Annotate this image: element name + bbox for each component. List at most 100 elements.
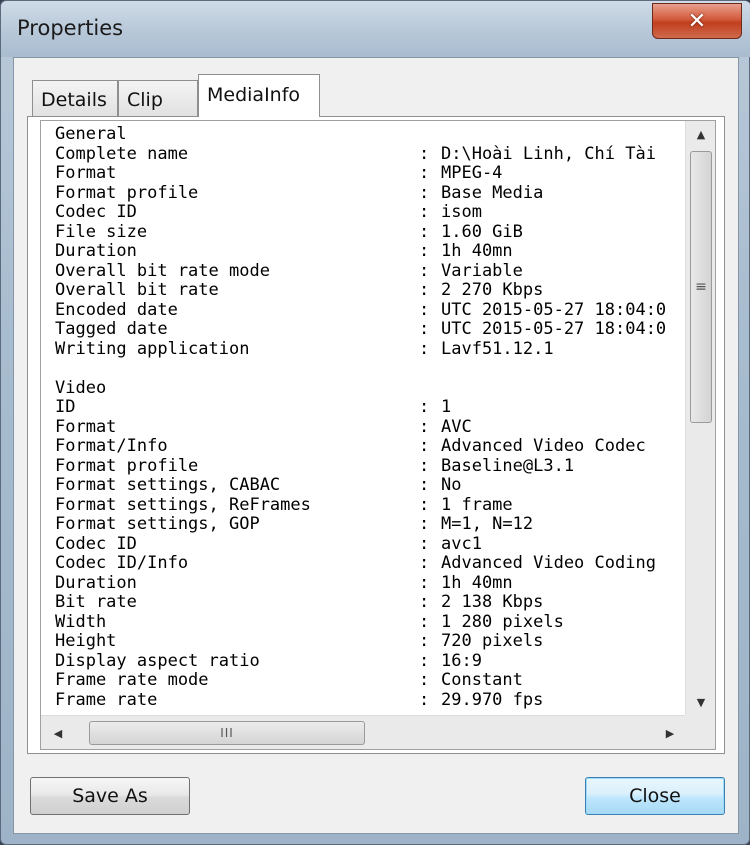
mediainfo-separator: : (419, 650, 430, 671)
grip-icon: ≡ (695, 279, 707, 295)
mediainfo-separator: : (419, 553, 430, 573)
horizontal-scroll-thumb[interactable]: III (89, 721, 365, 745)
mediainfo-key: Complete name (55, 143, 189, 164)
mediainfo-separator: : (419, 475, 430, 495)
mediainfo-value: Constant (441, 670, 523, 690)
vertical-scrollbar[interactable]: ▲ ≡ ▼ (685, 121, 715, 715)
mediainfo-value: Advanced Video Codec (441, 436, 646, 456)
mediainfo-key: Format (55, 416, 117, 437)
mediainfo-key: Encoded date (55, 299, 178, 320)
title-bar[interactable]: Properties ✕ (1, 1, 750, 57)
mediainfo-key: Format settings, ReFrames (55, 494, 311, 515)
mediainfo-value: 2 138 Kbps (441, 592, 544, 612)
mediainfo-line: Duration:1h 40mn (55, 572, 685, 594)
mediainfo-key: Frame rate (55, 689, 158, 710)
mediainfo-value: UTC 2015-05-27 18:04:0 (441, 299, 667, 320)
mediainfo-separator: : (419, 143, 430, 164)
mediainfo-line: Codec ID: isom (55, 202, 685, 223)
mediainfo-line: Codec ID/Info: Advanced Video Coding (55, 553, 685, 574)
mediainfo-separator: : (419, 514, 430, 534)
mediainfo-key: Height (55, 631, 117, 651)
mediainfo-key: ID (55, 397, 76, 417)
mediainfo-key: Format settings, GOP (55, 514, 260, 534)
mediainfo-value: isom (441, 202, 482, 222)
mediainfo-separator: : (419, 397, 430, 417)
scroll-left-arrow-icon[interactable]: ◀ (43, 716, 73, 749)
mediainfo-separator: : (419, 436, 430, 456)
mediainfo-key: Codec ID/Info (55, 553, 189, 573)
mediainfo-value: 1h 40mn (441, 572, 513, 593)
mediainfo-line: File size:1.60 GiB (55, 221, 685, 243)
close-button[interactable]: Close (585, 777, 725, 815)
mediainfo-line: Overall bit rate mode: Variable (55, 260, 685, 282)
mediainfo-line: Format/Info: Advanced Video Codec (55, 436, 685, 457)
mediainfo-line: Format: MPEG-4 (55, 163, 685, 184)
horizontal-scrollbar[interactable]: ◀ III ▶ (41, 715, 687, 749)
mediainfo-line: Codec ID: avc1 (55, 533, 685, 555)
mediainfo-line: Format settings, GOP: M=1, N=12 (55, 514, 685, 535)
mediainfo-separator: : (419, 455, 430, 476)
mediainfo-key: Format settings, CABAC (55, 475, 281, 495)
mediainfo-line: Height:720 pixels (55, 631, 685, 652)
grip-icon: III (220, 726, 234, 740)
window-close-button[interactable]: ✕ (652, 3, 742, 39)
mediainfo-separator: : (419, 670, 430, 690)
mediainfo-value: Advanced Video Coding (441, 553, 656, 573)
mediainfo-line: Format: AVC (55, 416, 685, 438)
mediainfo-separator: : (419, 611, 430, 632)
mediainfo-key: Writing application (55, 338, 250, 359)
vertical-scroll-thumb[interactable]: ≡ (690, 151, 712, 423)
mediainfo-line: Display aspect ratio:16:9 (55, 650, 685, 672)
mediainfo-separator: : (419, 572, 430, 593)
mediainfo-separator: : (419, 163, 430, 183)
mediainfo-value: 1.60 GiB (441, 221, 523, 242)
mediainfo-key: Frame rate mode (55, 670, 209, 690)
mediainfo-separator: : (419, 221, 430, 242)
scroll-right-arrow-icon[interactable]: ▶ (655, 716, 685, 749)
mediainfo-textbox[interactable]: General Complete name: D:\Hoài Linh, Chí T… (40, 120, 716, 750)
mediainfo-line (55, 359, 685, 379)
mediainfo-separator: : (419, 241, 430, 261)
mediainfo-key: Video (55, 377, 107, 398)
mediainfo-line: Frame rate:29.970 fps (55, 689, 685, 711)
mediainfo-key: Overall bit rate (55, 280, 219, 300)
mediainfo-value: Base Media (441, 182, 544, 203)
scroll-down-arrow-icon[interactable]: ▼ (686, 689, 715, 715)
mediainfo-line: Complete name: D:\Hoài Linh, Chí Tài (55, 143, 685, 165)
mediainfo-line: Encoded date: UTC 2015-05-27 18:04:0 (55, 299, 685, 321)
scroll-up-arrow-icon[interactable]: ▲ (686, 121, 715, 147)
mediainfo-key: Format (55, 163, 117, 183)
mediainfo-separator: : (419, 299, 430, 320)
mediainfo-separator: : (419, 319, 430, 339)
mediainfo-value: Lavf51.12.1 (441, 338, 554, 359)
mediainfo-line: Video (55, 377, 685, 399)
mediainfo-separator: : (419, 182, 430, 203)
mediainfo-key: Bit rate (55, 592, 137, 612)
mediainfo-text: General Complete name: D:\Hoài Linh, Chí T… (55, 125, 685, 715)
mediainfo-key: Tagged date (55, 319, 168, 339)
mediainfo-separator: : (419, 416, 430, 437)
mediainfo-line: Tagged date: UTC 2015-05-27 18:04:0 (55, 319, 685, 340)
mediainfo-value: 29.970 fps (441, 689, 544, 710)
mediainfo-line: Format settings, ReFrames:1 frame (55, 494, 685, 516)
mediainfo-line: Format profile: Baseline@L3.1 (55, 455, 685, 477)
mediainfo-line: Frame rate mode: Constant (55, 670, 685, 691)
dialog-client-area: Details Clip MediaInfo General Complete n… (13, 57, 739, 834)
mediainfo-key: Overall bit rate mode (55, 260, 270, 281)
mediainfo-key: Format/Info (55, 436, 168, 456)
tab-clip[interactable]: Clip (118, 80, 198, 116)
tab-mediainfo[interactable]: MediaInfo (198, 74, 320, 117)
mediainfo-separator: : (419, 592, 430, 612)
mediainfo-line: Writing application: Lavf51.12.1 (55, 338, 685, 360)
mediainfo-separator: : (419, 631, 430, 651)
mediainfo-value: 1 280 pixels (441, 611, 564, 632)
mediainfo-key: Codec ID (55, 202, 137, 222)
mediainfo-line: General (55, 125, 685, 145)
mediainfo-separator: : (419, 202, 430, 222)
tab-details[interactable]: Details (32, 80, 118, 116)
mediainfo-key: General (55, 125, 127, 144)
save-as-button[interactable]: Save As (30, 777, 190, 815)
mediainfo-value: M=1, N=12 (441, 514, 534, 534)
tab-mediainfo-label: MediaInfo (207, 84, 301, 106)
mediainfo-separator: : (419, 533, 430, 554)
